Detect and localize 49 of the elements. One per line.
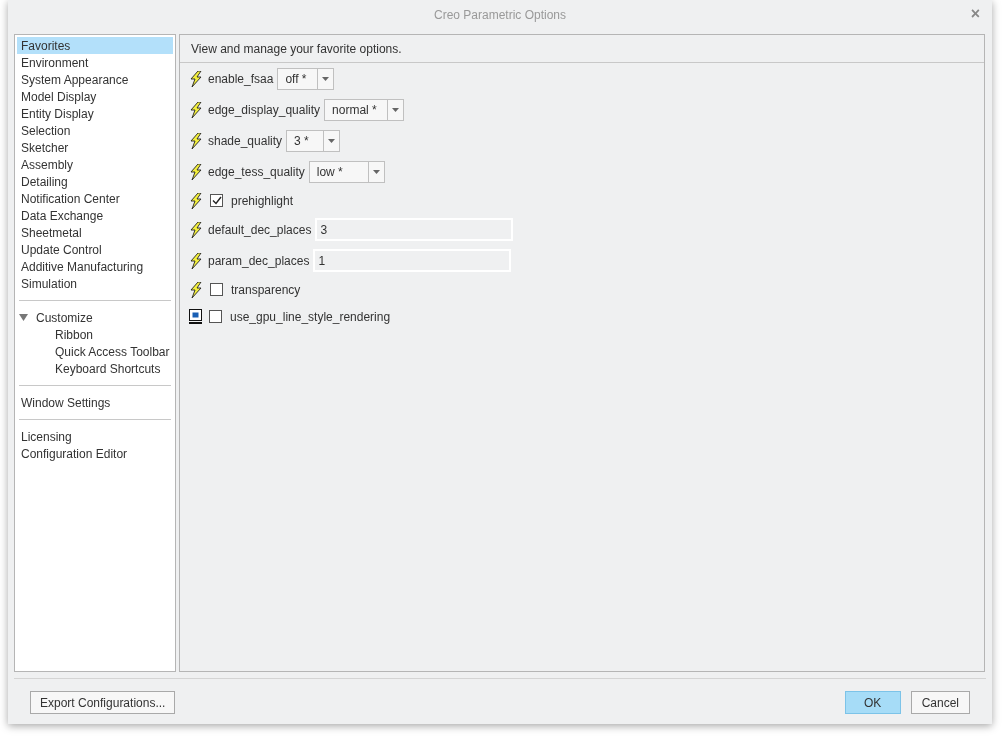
panel-heading: View and manage your favorite options. xyxy=(180,35,984,63)
category-item[interactable]: Update Control xyxy=(17,241,173,258)
option-name: edge_tess_quality xyxy=(208,163,305,181)
category-item[interactable]: Customize xyxy=(36,308,93,327)
category-item[interactable]: Environment xyxy=(17,54,173,71)
category-item[interactable]: Licensing xyxy=(17,428,173,445)
category-item[interactable]: System Appearance xyxy=(17,71,173,88)
category-item[interactable]: Favorites xyxy=(17,37,173,54)
option-name: edge_display_quality xyxy=(208,101,321,119)
option-dropdown[interactable]: 3 * xyxy=(286,129,341,152)
checkbox[interactable] xyxy=(209,310,222,323)
option-dropdown[interactable]: low * xyxy=(308,160,385,183)
dialog-button[interactable]: OK xyxy=(844,691,901,714)
option-name: use_gpu_line_style_rendering xyxy=(230,308,391,326)
option-name: param_dec_places xyxy=(208,252,310,270)
option-name: default_dec_places xyxy=(208,221,312,239)
option-dropdown[interactable]: off * xyxy=(277,67,334,90)
caret-icon xyxy=(391,107,399,112)
category-item[interactable]: Window Settings xyxy=(17,394,173,411)
category-item[interactable]: Assembly xyxy=(17,156,173,173)
category-item[interactable]: Detailing xyxy=(17,173,173,190)
category-item[interactable]: Notification Center xyxy=(17,190,173,207)
category-item[interactable]: Selection xyxy=(17,122,173,139)
category-item[interactable]: Sheetmetal xyxy=(17,224,173,241)
export-configurations-button[interactable]: Export Configurations... xyxy=(30,691,176,714)
category-item[interactable]: Model Display xyxy=(17,88,173,105)
option-dropdown[interactable]: normal * xyxy=(324,98,404,121)
category-item[interactable]: Additive Manufacturing xyxy=(17,258,173,275)
checkbox[interactable] xyxy=(210,194,223,207)
category-item[interactable]: Keyboard Shortcuts xyxy=(17,360,173,377)
caret-icon xyxy=(328,138,336,143)
option-input-field[interactable]: 3 xyxy=(315,218,514,241)
option-name: enable_fsaa xyxy=(208,70,274,88)
category-item[interactable]: Simulation xyxy=(17,275,173,292)
category-item[interactable]: Data Exchange xyxy=(17,207,173,224)
caret-icon xyxy=(321,76,329,81)
category-item[interactable]: Sketcher xyxy=(17,139,173,156)
option-input-field[interactable]: 1 xyxy=(313,249,512,272)
checkbox[interactable] xyxy=(210,283,223,296)
category-item[interactable]: Quick Access Toolbar xyxy=(17,343,173,360)
option-name: prehighlight xyxy=(231,192,294,210)
category-item[interactable]: Ribbon xyxy=(17,326,173,343)
option-name: shade_quality xyxy=(208,132,283,150)
category-item[interactable]: Entity Display xyxy=(17,105,173,122)
category-item[interactable]: Configuration Editor xyxy=(17,445,173,462)
dialog-button[interactable]: Cancel xyxy=(910,691,970,714)
option-name: transparency xyxy=(231,281,301,299)
caret-icon xyxy=(372,169,380,174)
window-title: Creo Parametric Options xyxy=(433,7,566,24)
